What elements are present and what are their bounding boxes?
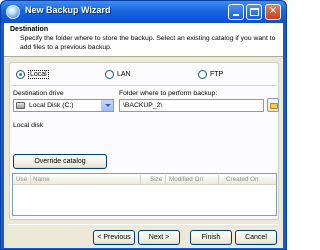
radio-lan[interactable]: LAN [105, 70, 131, 79]
radio-ftp-label: FTP [210, 71, 224, 78]
override-catalog-button[interactable]: Override catalog [13, 154, 107, 169]
column-separator[interactable] [218, 175, 219, 184]
destination-drive-label: Destination drive [13, 90, 64, 97]
destination-drive-select[interactable]: Local Disk (C:) [13, 99, 114, 112]
radio-local[interactable]: Local [16, 70, 49, 79]
cancel-button[interactable]: Cancel [235, 230, 277, 245]
destination-panel: Local LAN FTP Destination drive Folder w… [9, 62, 279, 220]
wizard-header: Destination Specify the folder where to … [4, 23, 283, 57]
page-description: Specify the folder where to store the ba… [20, 35, 276, 51]
column-header-modified[interactable]: Modified On [169, 176, 203, 183]
radio-lan-indicator[interactable] [105, 70, 114, 79]
column-header-use[interactable]: Use [16, 176, 27, 183]
page-title: Destination [10, 26, 49, 33]
hard-drive-icon [16, 102, 25, 109]
next-button[interactable]: Next > [138, 230, 180, 245]
radio-lan-label: LAN [117, 71, 131, 78]
wizard-body: Destination Specify the folder where to … [4, 23, 283, 248]
maximize-button[interactable] [246, 4, 262, 20]
column-header-created[interactable]: Created On [226, 176, 259, 183]
finish-button[interactable]: Finish [190, 230, 232, 245]
close-button[interactable]: ✕ [265, 4, 281, 20]
catalog-list[interactable]: Use Name Size Modified On Created On [12, 173, 277, 216]
column-header-name[interactable]: Name [33, 176, 50, 183]
radio-local-label: Local [28, 70, 49, 79]
previous-button[interactable]: < Previous [93, 230, 135, 245]
column-header-size[interactable]: Size [150, 176, 162, 183]
divider [11, 85, 277, 86]
title-bar[interactable]: New Backup Wizard ✕ [1, 1, 286, 23]
footer-divider [8, 224, 279, 225]
app-icon [6, 5, 20, 19]
folder-icon [270, 103, 278, 109]
column-separator[interactable] [30, 175, 31, 184]
minimize-button[interactable] [228, 4, 244, 20]
radio-local-indicator[interactable] [16, 70, 25, 79]
catalog-list-header: Use Name Size Modified On Created On [13, 174, 276, 185]
browse-folder-button[interactable] [267, 98, 279, 112]
drive-type-label: Local disk [13, 122, 44, 129]
folder-input-value: \BACKUP_2\ [123, 102, 163, 109]
destination-drive-value: Local Disk (C:) [29, 102, 74, 109]
window-title: New Backup Wizard [25, 5, 111, 15]
minimize-icon [233, 14, 239, 16]
folder-label: Folder where to perform backup: [119, 90, 218, 97]
close-icon: ✕ [268, 5, 278, 17]
chevron-down-icon[interactable] [101, 100, 113, 111]
wizard-window: New Backup Wizard ✕ Destination Specify … [0, 0, 287, 250]
column-separator[interactable] [140, 175, 141, 184]
folder-input[interactable]: \BACKUP_2\ [119, 99, 264, 112]
column-separator[interactable] [165, 175, 166, 184]
radio-ftp-indicator[interactable] [198, 70, 207, 79]
maximize-icon [250, 8, 259, 16]
radio-ftp[interactable]: FTP [198, 70, 223, 79]
